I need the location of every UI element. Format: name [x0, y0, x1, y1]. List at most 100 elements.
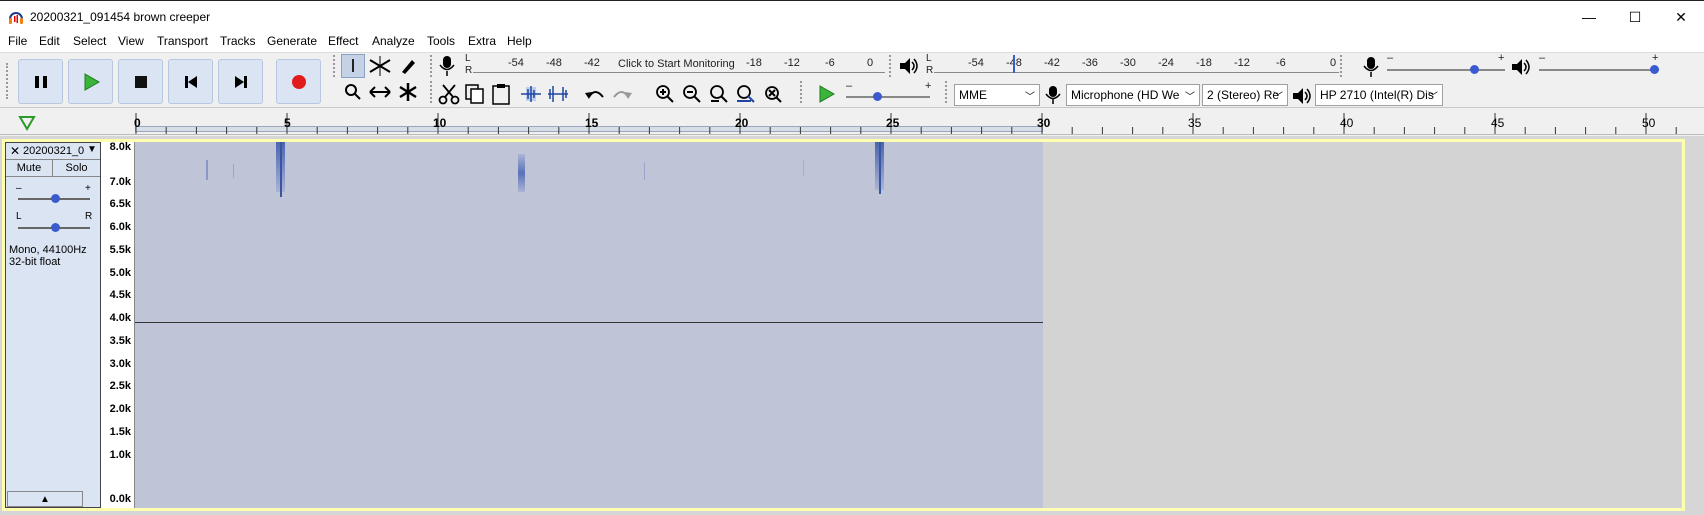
zoom-out-button[interactable]: [680, 82, 704, 106]
recording-device-value: Microphone (HD We: [1071, 88, 1180, 102]
stop-button[interactable]: [118, 59, 163, 104]
collapse-track-button[interactable]: ▲: [7, 491, 83, 507]
multi-tool[interactable]: [396, 80, 420, 104]
menu-select[interactable]: Select: [73, 34, 106, 48]
record-button[interactable]: [276, 59, 321, 104]
toolbar-grip[interactable]: [430, 81, 436, 103]
dropdown-triangle-icon[interactable]: ▼: [87, 144, 97, 155]
toolbar-grip[interactable]: [6, 63, 12, 99]
pan-slider-thumb[interactable]: [51, 223, 60, 232]
zoom-in-button[interactable]: [653, 82, 677, 106]
toolbar-grip[interactable]: [945, 81, 951, 103]
toolbar-grip[interactable]: [1340, 55, 1346, 77]
play-meter-left-label: L: [926, 53, 932, 64]
speed-slider-thumb[interactable]: [873, 92, 882, 101]
menu-transport[interactable]: Transport: [157, 34, 208, 48]
empty-track-region[interactable]: [1043, 142, 1681, 508]
zoom-tool[interactable]: [341, 80, 365, 104]
close-track-icon[interactable]: ✕: [10, 144, 20, 158]
playback-volume-thumb[interactable]: [1650, 65, 1659, 74]
toolbar-grip[interactable]: [889, 55, 895, 77]
fit-selection-button[interactable]: [707, 82, 731, 106]
playback-device-select[interactable]: HP 2710 (Intel(R) Dis ﹀: [1315, 84, 1443, 106]
skip-start-icon: [184, 75, 197, 88]
play-icon: [819, 85, 835, 103]
trim-button[interactable]: [519, 82, 543, 106]
play-meter-tick: -30: [1120, 57, 1136, 69]
maximize-button[interactable]: ☐: [1612, 1, 1658, 33]
track-name-menu[interactable]: 20200321_0: [23, 145, 84, 157]
microphone-icon[interactable]: [437, 55, 457, 77]
collapse-triangle-icon: ▲: [40, 493, 50, 505]
menu-edit[interactable]: Edit: [39, 34, 60, 48]
speaker-icon[interactable]: [898, 56, 920, 76]
speed-slider-minus: –: [846, 80, 853, 92]
start-monitoring-text[interactable]: Click to Start Monitoring: [618, 58, 735, 70]
close-button[interactable]: ✕: [1658, 1, 1704, 33]
menu-tools[interactable]: Tools: [427, 34, 455, 48]
toolbar-grip[interactable]: [333, 55, 339, 77]
cut-button[interactable]: [437, 82, 461, 106]
clipboard-icon: [492, 84, 510, 105]
track-control-panel[interactable]: ✕ 20200321_0 ▼ Mute Solo – + L R Mono, 4…: [5, 142, 101, 508]
speed-slider[interactable]: [846, 92, 930, 101]
toolbar-grip[interactable]: [800, 81, 806, 103]
playback-volume-slider[interactable]: [1539, 65, 1659, 74]
playback-volume-minus: –: [1539, 52, 1546, 64]
time-shift-tool[interactable]: [368, 80, 392, 104]
solo-button[interactable]: Solo: [53, 160, 100, 177]
undo-button[interactable]: [583, 82, 607, 106]
play-meter-tick: -18: [1196, 57, 1212, 69]
close-icon: ✕: [1675, 8, 1687, 25]
copy-button[interactable]: [463, 82, 487, 106]
recording-channels-select[interactable]: 2 (Stereo) Re ﹀: [1202, 84, 1288, 106]
cursor-ibeam-icon: I: [350, 55, 356, 76]
gain-slider-thumb[interactable]: [51, 194, 60, 203]
audio-host-select[interactable]: MME ﹀: [954, 84, 1040, 106]
selection-tool[interactable]: I: [341, 54, 365, 78]
menu-help[interactable]: Help: [507, 34, 532, 48]
freq-label: 4.0k: [109, 312, 131, 324]
menu-generate[interactable]: Generate: [267, 34, 317, 48]
zoom-toggle-button[interactable]: [761, 82, 785, 106]
draw-tool[interactable]: [396, 54, 420, 78]
paste-button[interactable]: [489, 82, 513, 106]
menu-effect[interactable]: Effect: [328, 34, 358, 48]
menu-tracks[interactable]: Tracks: [220, 34, 256, 48]
menu-extra[interactable]: Extra: [468, 34, 496, 48]
silence-button[interactable]: [546, 82, 570, 106]
pan-slider[interactable]: [18, 223, 90, 232]
play-meter-tick: -6: [1276, 57, 1286, 69]
rec-meter-right-label: R: [465, 65, 473, 76]
envelope-tool[interactable]: [368, 54, 392, 78]
play-at-speed-button[interactable]: [814, 82, 838, 106]
toolbar-grip[interactable]: [430, 55, 436, 77]
record-volume-thumb[interactable]: [1470, 65, 1479, 74]
frequency-ruler[interactable]: 8.0k 7.0k 6.5k 6.0k 5.5k 5.0k 4.5k 4.0k …: [101, 141, 135, 508]
redo-button[interactable]: [610, 82, 634, 106]
play-button[interactable]: [68, 59, 113, 104]
mute-button[interactable]: Mute: [6, 160, 53, 177]
spectrogram-view[interactable]: [135, 142, 1043, 508]
skip-to-end-button[interactable]: [218, 59, 263, 104]
record-volume-slider[interactable]: [1387, 65, 1505, 74]
gain-slider[interactable]: [18, 194, 90, 203]
rec-meter-left-label: L: [465, 53, 471, 64]
audacity-logo-icon: [9, 12, 23, 24]
fit-project-button[interactable]: [734, 82, 758, 106]
play-meter-tick: -54: [968, 57, 984, 69]
recording-meter[interactable]: -54 -48 -42 Click to Start Monitoring -1…: [473, 55, 885, 73]
recording-device-select[interactable]: Microphone (HD We ﹀: [1066, 84, 1200, 106]
timeline-ruler[interactable]: 0 5 10 15 20 25 30 35 40 45 50: [0, 111, 1704, 135]
timeline-label: 15: [585, 116, 599, 130]
menu-analyze[interactable]: Analyze: [372, 34, 415, 48]
skip-to-start-button[interactable]: [168, 59, 213, 104]
pause-button[interactable]: [18, 59, 63, 104]
playback-meter[interactable]: -54 -48 -42 -36 -30 -24 -18 -12 -6 0: [934, 55, 1339, 73]
minimize-button[interactable]: —: [1566, 1, 1612, 33]
output-device-speaker-icon: [1293, 88, 1311, 104]
menu-file[interactable]: File: [8, 34, 27, 48]
timeline-label: 30: [1037, 116, 1051, 130]
window-title: 20200321_091454 brown creeper: [30, 10, 211, 24]
menu-view[interactable]: View: [118, 34, 144, 48]
